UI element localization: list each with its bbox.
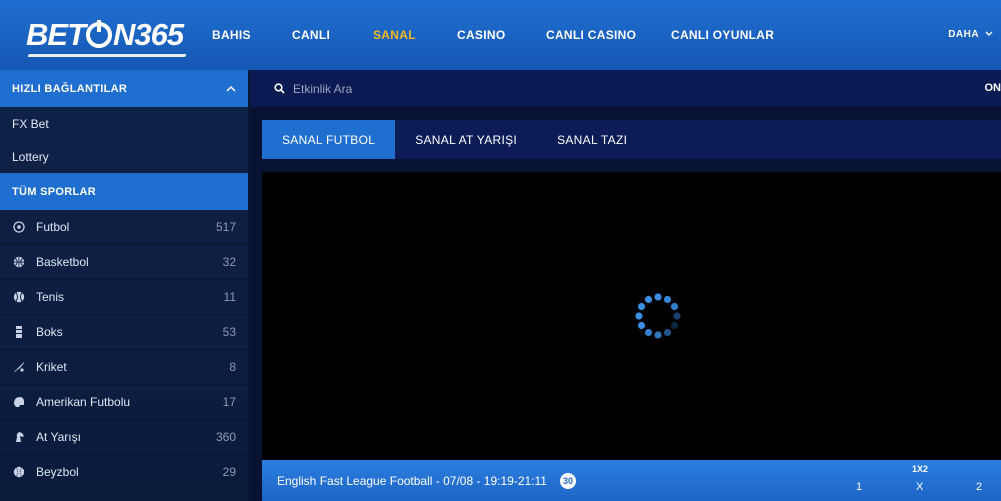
horse-head-icon	[12, 431, 25, 444]
logo-swoosh	[27, 54, 187, 57]
basketball-icon	[12, 256, 25, 269]
outcome-home[interactable]: 1	[856, 481, 862, 493]
tab-sanal-at-yarisi[interactable]: SANAL AT YARIŞI	[395, 120, 537, 159]
nav-item-canli-casino[interactable]: CANLI CASINO	[546, 28, 636, 42]
quick-links-title: HIZLI BAĞLANTILAR	[12, 82, 128, 95]
chevron-up-icon	[226, 85, 236, 92]
sport-count: 32	[222, 255, 236, 269]
sport-name: Tenis	[36, 290, 65, 304]
market-label: 1X2	[912, 464, 929, 474]
nav-item-canli[interactable]: CANLI	[292, 28, 330, 42]
match-title: English Fast League Football - 07/08 - 1…	[277, 473, 547, 488]
tab-label: SANAL AT YARIŞI	[415, 132, 518, 147]
tennis-ball-icon	[12, 291, 25, 304]
sidebar: HIZLI BAĞLANTILAR FX Bet Lottery TÜM SPO…	[0, 70, 249, 501]
all-sports-header[interactable]: TÜM SPORLAR	[0, 173, 248, 210]
sport-item-futbol[interactable]: Futbol 517	[0, 210, 248, 245]
match-bar[interactable]: English Fast League Football - 07/08 - 1…	[262, 460, 1001, 501]
quick-links-header[interactable]: HIZLI BAĞLANTILAR	[0, 70, 248, 107]
sport-item-boks[interactable]: Boks 53	[0, 315, 248, 350]
tab-label: SANAL TAZI	[557, 132, 628, 147]
nav-item-canli-oyunlar[interactable]: CANLI OYUNLAR	[671, 28, 774, 42]
sport-name: Futbol	[36, 220, 70, 234]
logo-text-part2: N365	[113, 17, 184, 52]
main-content: Etkinlik Ara ON SANAL FUTBOL SANAL AT YA…	[250, 70, 1001, 501]
logo-text-part1: BET	[26, 17, 86, 52]
quick-link-label: Lottery	[12, 149, 49, 164]
more-menu-button[interactable]: DAHA	[948, 29, 993, 40]
search-placeholder: Etkinlik Ara	[293, 81, 353, 96]
quick-link-fx-bet[interactable]: FX Bet	[0, 107, 248, 140]
sport-count: 11	[223, 290, 236, 304]
sport-item-kriket[interactable]: Kriket 8	[0, 350, 248, 385]
sport-name: At Yarışı	[36, 430, 81, 444]
sport-name: Boks	[36, 325, 63, 339]
sport-name: Amerikan Futbolu	[36, 395, 131, 409]
match-badge: 30	[559, 472, 576, 489]
sport-count: 53	[222, 325, 236, 339]
sport-item-tenis[interactable]: Tenis 11	[0, 280, 248, 315]
sport-item-at-yarisi[interactable]: At Yarışı 360	[0, 420, 248, 455]
cricket-bat-icon	[12, 361, 25, 374]
more-label: DAHA	[948, 29, 979, 40]
boxing-icon	[12, 326, 25, 339]
video-stage[interactable]	[262, 172, 1001, 460]
nav-item-sanal[interactable]: SANAL	[373, 28, 416, 42]
search-right-label[interactable]: ON	[985, 82, 1001, 94]
nav-item-bahis[interactable]: BAHIS	[212, 28, 251, 42]
football-helmet-icon	[12, 396, 25, 409]
sport-count: 517	[215, 220, 236, 234]
sport-item-amerikan-futbolu[interactable]: Amerikan Futbolu 17	[0, 385, 248, 420]
sport-name: Kriket	[36, 360, 67, 374]
sport-item-beyzbol[interactable]: Beyzbol 29	[0, 455, 248, 490]
baseball-icon	[12, 466, 25, 479]
top-bar: BET N365 BAHIS CANLI SANAL CASINO CANLI C…	[0, 0, 1001, 70]
tab-sanal-futbol[interactable]: SANAL FUTBOL	[262, 120, 396, 159]
chevron-down-icon	[985, 31, 993, 36]
brand-logo[interactable]: BET N365	[26, 16, 187, 57]
outcome-away[interactable]: 2	[976, 481, 982, 493]
all-sports-title: TÜM SPORLAR	[12, 185, 96, 198]
sport-count: 360	[215, 430, 236, 444]
virtual-sports-tabs: SANAL FUTBOL SANAL AT YARIŞI SANAL TAZI	[262, 120, 1001, 159]
tab-label: SANAL FUTBOL	[282, 132, 376, 147]
sport-count: 29	[222, 465, 236, 479]
sport-name: Basketbol	[36, 255, 89, 269]
sport-name: Beyzbol	[36, 465, 79, 479]
tab-sanal-tazi[interactable]: SANAL TAZI	[537, 120, 647, 159]
sport-count: 8	[229, 360, 236, 374]
search-icon	[274, 83, 285, 94]
outcome-draw[interactable]: X	[916, 481, 923, 493]
sport-item-basketbol[interactable]: Basketbol 32	[0, 245, 248, 280]
event-search-bar[interactable]: Etkinlik Ara ON	[250, 70, 1001, 107]
quick-link-lottery[interactable]: Lottery	[0, 140, 248, 173]
nav-item-casino[interactable]: CASINO	[457, 28, 505, 42]
loading-spinner-icon	[635, 293, 681, 339]
power-icon	[86, 20, 112, 48]
soccer-ball-icon	[12, 221, 25, 234]
quick-link-label: FX Bet	[12, 116, 49, 131]
sport-count: 17	[222, 395, 236, 409]
